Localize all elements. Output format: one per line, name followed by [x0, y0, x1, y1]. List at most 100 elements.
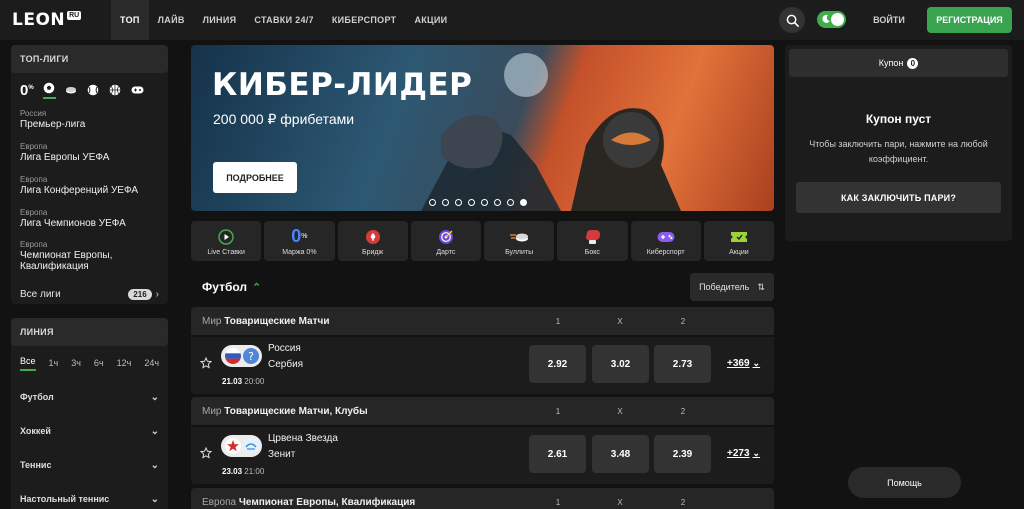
theme-toggle[interactable]: [817, 11, 846, 28]
more-markets-count: +369: [727, 358, 750, 369]
chevron-down-icon: ⌄: [150, 493, 159, 505]
header-2: 2: [680, 498, 686, 507]
logo-badge: RU: [67, 10, 82, 20]
football-icon[interactable]: [42, 82, 56, 99]
coupon-tab[interactable]: Купон 0: [789, 49, 1008, 77]
tennis-icon[interactable]: [87, 84, 100, 97]
slide-dot[interactable]: [494, 199, 501, 206]
tile-live-bets[interactable]: Live Ставки: [191, 221, 262, 261]
tile-label: Маржа 0%: [282, 248, 317, 256]
tile-bridge[interactable]: Бридж: [337, 221, 408, 261]
all-leagues-link[interactable]: Все лиги 216 ›: [11, 277, 168, 311]
league-group-header[interactable]: Мир Товарищеские Матчи 1 X 2: [191, 307, 774, 335]
tile-zero-margin[interactable]: 0% Маржа 0%: [264, 221, 335, 261]
league-item-champions[interactable]: Европа Лига Чемпионов УЕФА: [11, 202, 168, 235]
slide-dot[interactable]: [429, 199, 436, 206]
gamepad-icon[interactable]: [131, 84, 144, 97]
slide-dot[interactable]: [481, 199, 488, 206]
period-filter: Все 1ч 3ч 6ч 12ч 24ч: [11, 346, 168, 380]
category-tiles: Live Ставки 0% Маржа 0% Бридж Дартс Булл…: [191, 221, 774, 261]
zero-sup: %: [28, 84, 34, 91]
match-time: 21:00: [244, 467, 265, 476]
sport-row-hockey[interactable]: Хоккей ⌄: [11, 414, 168, 448]
register-button[interactable]: РЕГИСТРАЦИЯ: [927, 7, 1012, 33]
odd-2[interactable]: 2.73: [654, 345, 711, 383]
sport-row-tennis[interactable]: Теннис ⌄: [11, 448, 168, 482]
league-item-premier[interactable]: Россия Премьер-лига: [11, 103, 168, 136]
league-item-euro-qual[interactable]: Европа Чемпионат Европы, Квалификация: [11, 235, 168, 277]
logo[interactable]: LEON RU: [12, 10, 82, 30]
tile-promos[interactable]: Акции: [703, 221, 774, 261]
banner-title: КИБЕР-ЛИДЕР: [212, 67, 473, 103]
banner-details-button[interactable]: ПОДРОБНЕЕ: [213, 162, 297, 193]
odd-x[interactable]: 3.02: [592, 345, 649, 383]
league-region: Россия: [20, 109, 47, 118]
tab-line[interactable]: ЛИНИЯ: [194, 0, 246, 40]
how-to-bet-button[interactable]: КАК ЗАКЛЮЧИТЬ ПАРИ?: [796, 182, 1001, 213]
hockey-icon[interactable]: [65, 84, 78, 97]
period-1h[interactable]: 1ч: [49, 358, 59, 368]
group-label: Европа Чемпионат Европы, Квалификация: [202, 497, 415, 508]
header-1: 1: [555, 317, 561, 326]
promo-banner[interactable]: КИБЕР-ЛИДЕР 200 000 ₽ фрибетами ПОДРОБНЕ…: [191, 45, 774, 211]
slide-dot[interactable]: [468, 199, 475, 206]
match-row[interactable]: ? Россия Сербия 21.03 20:00 2.92 3.02 2.…: [191, 337, 774, 394]
tab-bets-24-7[interactable]: СТАВКИ 24/7: [245, 0, 322, 40]
tile-esports[interactable]: Киберспорт: [630, 221, 701, 261]
help-button[interactable]: Помощь: [848, 467, 961, 498]
sport-label: Футбол: [20, 392, 54, 402]
tile-shootouts[interactable]: Буллиты: [484, 221, 555, 261]
odd-2[interactable]: 2.39: [654, 435, 711, 473]
zero-sup: %: [301, 233, 308, 240]
tile-boxing[interactable]: Бокс: [557, 221, 628, 261]
odd-x[interactable]: 3.48: [592, 435, 649, 473]
tile-darts[interactable]: Дартс: [410, 221, 481, 261]
basketball-icon[interactable]: [109, 84, 122, 97]
period-3h[interactable]: 3ч: [71, 358, 81, 368]
cards-spade-icon: [365, 227, 381, 247]
period-6h[interactable]: 6ч: [94, 358, 104, 368]
tile-label: Дартс: [436, 248, 456, 256]
team-logos: [221, 435, 262, 457]
tab-esports[interactable]: КИБЕРСПОРТ: [323, 0, 406, 40]
team-1: Россия: [268, 343, 301, 354]
tab-live[interactable]: ЛАЙВ: [149, 0, 194, 40]
slide-dot[interactable]: [455, 199, 462, 206]
slide-dot[interactable]: [507, 199, 514, 206]
slide-dot-active[interactable]: [520, 199, 527, 206]
period-12h[interactable]: 12ч: [117, 358, 132, 368]
slide-dot[interactable]: [442, 199, 449, 206]
period-all[interactable]: Все: [20, 356, 36, 371]
market-select[interactable]: Победитель ⇅: [690, 273, 774, 301]
league-item-europa[interactable]: Европа Лига Европы УЕФА: [11, 136, 168, 169]
league-group-header[interactable]: Мир Товарищеские Матчи, Клубы 1 X 2: [191, 397, 774, 425]
sport-row-table-tennis[interactable]: Настольный теннис ⌄: [11, 482, 168, 509]
chevron-down-icon: ⌄: [150, 391, 159, 403]
league-name: Премьер-лига: [20, 119, 86, 130]
period-24h[interactable]: 24ч: [144, 358, 159, 368]
match-date: 23.03: [222, 467, 243, 476]
match-datetime: 23.03 21:00: [222, 467, 264, 476]
league-item-conference[interactable]: Европа Лига Конференций УЕФА: [11, 169, 168, 202]
svg-text:?: ?: [248, 350, 254, 363]
more-markets-link[interactable]: +273 ⌄: [727, 448, 760, 459]
sport-row-football[interactable]: Футбол ⌄: [11, 380, 168, 414]
star-icon[interactable]: [200, 357, 212, 369]
zero-margin-filter[interactable]: 0%: [20, 82, 34, 99]
group-region: Мир: [202, 316, 222, 327]
section-title[interactable]: Футбол ⌃: [202, 280, 261, 294]
tab-top[interactable]: ТОП: [111, 0, 149, 40]
tab-promos[interactable]: АКЦИИ: [405, 0, 456, 40]
search-button[interactable]: [779, 7, 805, 33]
more-markets-link[interactable]: +369 ⌄: [727, 358, 760, 369]
tile-label: Бридж: [362, 248, 384, 256]
line-panel: ЛИНИЯ Все 1ч 3ч 6ч 12ч 24ч Футбол ⌄ Хокке…: [11, 318, 168, 509]
login-button[interactable]: ВОЙТИ: [863, 7, 915, 33]
match-row[interactable]: Црвена Звезда Зенит 23.03 21:00 2.61 3.4…: [191, 427, 774, 484]
tile-label: Акции: [729, 248, 749, 256]
odd-1[interactable]: 2.92: [529, 345, 586, 383]
star-icon[interactable]: [200, 447, 212, 459]
league-group-header[interactable]: Европа Чемпионат Европы, Квалификация 1 …: [191, 488, 774, 509]
team-1: Црвена Звезда: [268, 433, 338, 444]
odd-1[interactable]: 2.61: [529, 435, 586, 473]
